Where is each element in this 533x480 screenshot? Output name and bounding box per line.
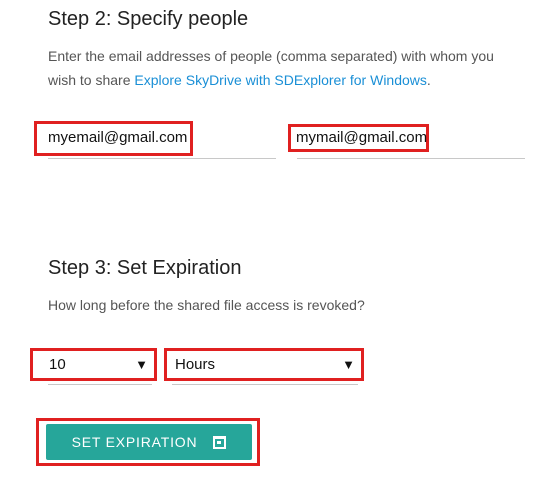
email-field-1-underline	[48, 158, 276, 159]
expiration-unit-select[interactable]: Hours ▼	[164, 348, 364, 381]
chevron-down-icon: ▼	[342, 357, 355, 372]
email-field-2-underline	[297, 158, 525, 159]
step2-desc-suffix: .	[426, 72, 431, 88]
share-target-link[interactable]: Explore SkyDrive with SDExplorer for Win…	[134, 72, 427, 88]
expiration-amount-value: 10	[49, 356, 66, 373]
set-expiration-label: SET EXPIRATION	[71, 434, 198, 450]
unit-underline	[172, 384, 358, 385]
amount-underline	[48, 384, 152, 385]
expiration-unit-value: Hours	[175, 356, 216, 373]
set-expiration-button[interactable]: SET EXPIRATION	[46, 424, 252, 460]
step2-title: Step 2: Specify people	[48, 8, 249, 30]
calendar-icon	[213, 435, 227, 449]
expiration-amount-select[interactable]: 10 ▼	[30, 348, 157, 381]
email-field-2[interactable]: mymail@gmail.com	[296, 129, 427, 146]
chevron-down-icon: ▼	[135, 357, 148, 372]
step2-description: Enter the email addresses of people (com…	[48, 44, 518, 92]
step3-title: Step 3: Set Expiration	[48, 257, 242, 279]
step3-description: How long before the shared file access i…	[48, 297, 365, 313]
email-field-1[interactable]: myemail@gmail.com	[48, 129, 187, 146]
